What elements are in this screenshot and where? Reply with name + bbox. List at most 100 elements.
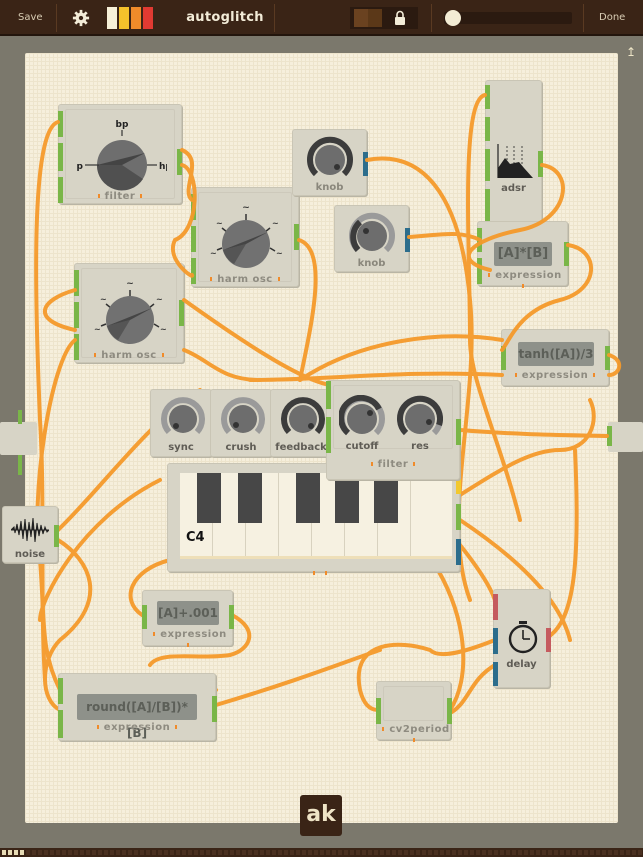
- port[interactable]: [326, 417, 331, 453]
- svg-text:~: ~: [100, 295, 107, 304]
- cv2period-module[interactable]: cv2period: [376, 681, 452, 742]
- swatch-yellow[interactable]: [119, 7, 129, 29]
- filter-module[interactable]: cutoff res filter: [326, 380, 461, 480]
- port[interactable]: [447, 698, 452, 724]
- port[interactable]: [294, 224, 299, 250]
- waveform-knob[interactable]: ~ ~ ~ ~ ~: [86, 274, 174, 350]
- res-knob[interactable]: [397, 395, 443, 441]
- port[interactable]: [58, 111, 63, 137]
- cutoff-knob[interactable]: [339, 395, 385, 441]
- noise-module[interactable]: noise: [2, 506, 59, 563]
- port[interactable]: [605, 346, 610, 370]
- port[interactable]: [485, 85, 490, 109]
- volume-slider-thumb[interactable]: [445, 10, 461, 26]
- expression-field[interactable]: round([A]/[B])*[B]: [77, 694, 197, 740]
- done-button[interactable]: Done: [599, 0, 625, 36]
- port[interactable]: [229, 605, 234, 629]
- port[interactable]: [363, 152, 368, 176]
- port[interactable]: [538, 151, 543, 177]
- offscreen-module-left[interactable]: [0, 422, 37, 455]
- swatch-orange[interactable]: [131, 7, 141, 29]
- port[interactable]: [54, 525, 59, 547]
- port[interactable]: [191, 194, 196, 220]
- indicator-segment: [266, 850, 270, 855]
- crush-module[interactable]: crush: [210, 389, 272, 457]
- feedback-module[interactable]: feedback: [270, 389, 332, 457]
- expression-field[interactable]: [A]*[B]: [494, 242, 552, 266]
- port[interactable]: [485, 117, 490, 141]
- port[interactable]: [456, 478, 461, 494]
- black-key[interactable]: [296, 473, 320, 523]
- knob-module[interactable]: knob: [292, 129, 368, 196]
- port[interactable]: [177, 149, 182, 175]
- knob-dial[interactable]: [349, 212, 395, 258]
- indicator-segment: [596, 850, 600, 855]
- filter-module[interactable]: bp lp hp filter: [58, 104, 182, 204]
- black-key[interactable]: [335, 473, 359, 523]
- port[interactable]: [212, 696, 217, 722]
- ak-logo-button[interactable]: ak: [300, 795, 342, 836]
- swatch-red[interactable]: [143, 7, 153, 29]
- indicator-segment: [44, 850, 48, 855]
- lock-toggle[interactable]: [350, 7, 418, 29]
- port[interactable]: [485, 149, 490, 181]
- crush-knob[interactable]: [221, 396, 265, 440]
- indicator-segment: [26, 850, 30, 855]
- port[interactable]: [501, 346, 506, 370]
- port[interactable]: [376, 698, 381, 724]
- expression-module[interactable]: [A]+.001 expression: [142, 590, 234, 647]
- pin-icon[interactable]: ↥: [626, 45, 636, 59]
- port[interactable]: [493, 594, 498, 620]
- sync-module[interactable]: sync: [150, 389, 212, 457]
- swatch-cream[interactable]: [107, 7, 117, 29]
- theme-swatches[interactable]: [107, 7, 153, 29]
- indicator-segment: [242, 850, 246, 855]
- expression-field[interactable]: tanh([A])/3: [518, 342, 594, 366]
- expression-field[interactable]: [A]+.001: [157, 601, 219, 625]
- white-key[interactable]: [411, 473, 444, 556]
- port[interactable]: [477, 228, 482, 252]
- port[interactable]: [74, 270, 79, 296]
- port[interactable]: [191, 226, 196, 252]
- volume-slider-track[interactable]: [444, 12, 572, 24]
- offscreen-module-right[interactable]: [608, 422, 643, 452]
- port[interactable]: [456, 419, 461, 445]
- port[interactable]: [456, 504, 461, 530]
- port[interactable]: [456, 539, 461, 565]
- expression-module[interactable]: [A]*[B] expression: [477, 221, 569, 288]
- black-key[interactable]: [197, 473, 221, 523]
- adsr-module[interactable]: adsr: [485, 80, 543, 230]
- delay-module[interactable]: delay: [493, 589, 551, 688]
- black-key[interactable]: [374, 473, 398, 523]
- expression-module[interactable]: round([A]/[B])*[B] expression: [58, 673, 217, 741]
- port[interactable]: [326, 381, 331, 409]
- port[interactable]: [58, 143, 63, 171]
- waveform-knob[interactable]: ~ ~ ~ ~ ~: [202, 198, 290, 274]
- knob-label-hp: hp: [159, 162, 167, 172]
- knob-module[interactable]: knob: [334, 205, 410, 272]
- knob-dial[interactable]: [307, 136, 353, 182]
- port[interactable]: [58, 678, 63, 704]
- expression-module[interactable]: tanh([A])/3 expression: [501, 329, 610, 386]
- port[interactable]: [18, 410, 22, 424]
- port[interactable]: [564, 242, 569, 266]
- feedback-knob[interactable]: [281, 396, 325, 440]
- port[interactable]: [405, 228, 410, 252]
- filter-mode-knob[interactable]: bp lp hp: [77, 113, 167, 191]
- port[interactable]: [546, 628, 551, 652]
- port[interactable]: [18, 455, 22, 475]
- cutoff-label: cutoff: [345, 441, 379, 452]
- port[interactable]: [607, 426, 612, 446]
- harm-osc-module[interactable]: ~ ~ ~ ~ ~ harm osc: [74, 263, 184, 363]
- port[interactable]: [74, 302, 79, 328]
- port[interactable]: [179, 300, 184, 326]
- harm-osc-module[interactable]: ~ ~ ~ ~ ~ harm osc: [191, 187, 299, 287]
- save-button[interactable]: Save: [18, 0, 43, 36]
- black-key[interactable]: [238, 473, 262, 523]
- indicator-segment: [188, 850, 192, 855]
- piano-keyboard[interactable]: C4: [180, 473, 452, 559]
- port[interactable]: [142, 605, 147, 629]
- sync-knob[interactable]: [161, 396, 205, 440]
- gear-icon[interactable]: [72, 9, 90, 27]
- port[interactable]: [493, 628, 498, 654]
